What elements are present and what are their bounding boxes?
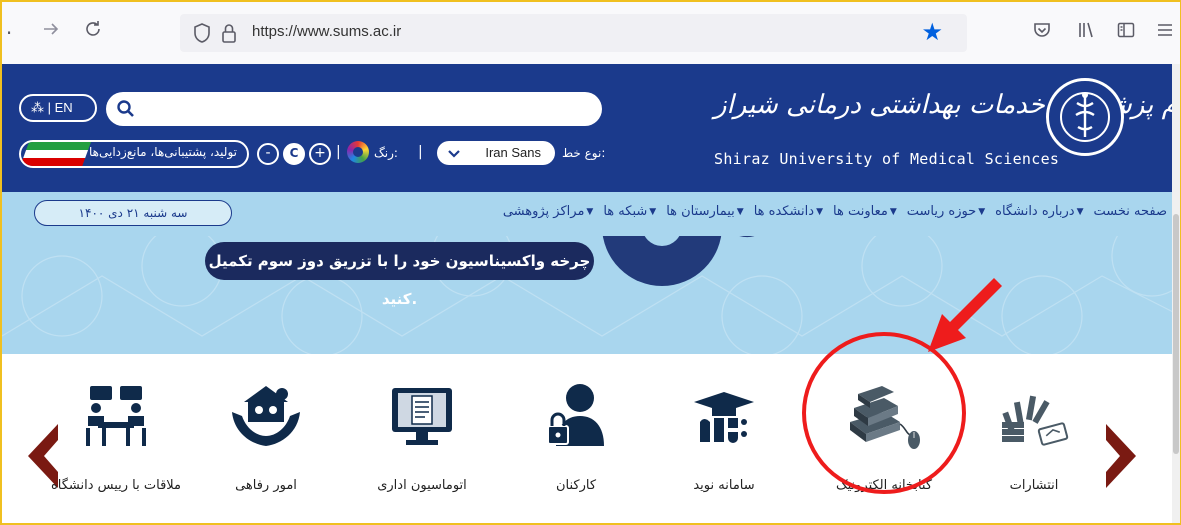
chevron-down-icon	[448, 150, 460, 158]
service-label: کارکنان	[555, 478, 597, 493]
national-production-button[interactable]: تولید، پشتیبانی‌ها، مانع‌زدایی‌ها	[19, 140, 249, 168]
navid-system-icon	[694, 392, 754, 443]
university-name-persian[interactable]: دانشگاه علوم پزشکی و خدمات بهداشتی درمان…	[714, 90, 1180, 120]
chevron-down-icon: ▼	[736, 206, 744, 217]
site-header: ⁂ | EN تولید، پشتیبانی‌ها، مانع‌زدایی‌ها…	[2, 64, 1180, 192]
chevron-down-icon: ▼	[978, 206, 986, 217]
search-input[interactable]	[106, 92, 602, 126]
chevron-down-icon: ▼	[586, 206, 594, 217]
color-wheel-icon[interactable]	[347, 141, 369, 163]
search-icon[interactable]	[116, 99, 136, 123]
separator: |	[418, 144, 423, 160]
shield-icon[interactable]	[192, 22, 212, 48]
language-label: | EN	[47, 100, 73, 115]
nav-item-about[interactable]: درباره دانشگاه ▼	[995, 204, 1083, 219]
sitemap-icon: ⁂	[31, 100, 44, 115]
menu-icon[interactable]	[1156, 20, 1174, 44]
pocket-icon[interactable]	[1032, 20, 1052, 44]
nav-item-label: بیمارستان ها	[666, 204, 735, 219]
zoom-out-button[interactable]: -	[257, 143, 279, 165]
carousel-next-arrow-icon[interactable]	[1100, 420, 1144, 492]
library-icon[interactable]	[1076, 20, 1096, 44]
url-bar[interactable]: https://www.sums.ac.ir ★	[180, 14, 967, 52]
browser-toolbar: · https://www.sums.ac.ir ★	[2, 2, 1180, 64]
vaccination-banner[interactable]: چرخه واکسیناسیون خود را با تزریق دوز سوم…	[2, 236, 1180, 354]
nav-item-label: درباره دانشگاه	[995, 204, 1075, 219]
nav-item-label: شبکه ها	[603, 204, 648, 219]
color-label: رنگ:	[374, 146, 398, 160]
chevron-down-icon: ▼	[1076, 206, 1084, 217]
nav-item-label: مراکز پژوهشی	[502, 204, 585, 219]
forward-icon[interactable]	[36, 18, 66, 48]
service-item-office-automation[interactable]: اتوماسیون اداری	[352, 382, 492, 493]
language-button[interactable]: ⁂ | EN	[19, 94, 97, 122]
chevron-down-icon: ▼	[816, 206, 823, 217]
screenshot-frame: · https://www.sums.ac.ir ★ ⁂ | EN تولید،…	[0, 0, 1181, 525]
office-automation-icon	[392, 388, 452, 445]
sidebar-icon[interactable]	[1116, 20, 1136, 44]
service-item-publications[interactable]: انتشارات	[964, 382, 1104, 493]
service-label: ملاقات با رییس دانشگاه	[50, 478, 182, 493]
date-badge: سه شنبه ۲۱ دی ۱۴۰۰	[34, 200, 232, 226]
reload-icon[interactable]	[78, 18, 108, 48]
nav-item-label: معاونت ها	[833, 204, 888, 219]
zoom-in-button[interactable]: +	[309, 143, 331, 165]
nav-item-faculties[interactable]: دانشکده ها ▼	[754, 204, 823, 219]
nav-item-hospitals[interactable]: بیمارستان ها ▼	[666, 204, 744, 219]
nav-item-label: حوزه ریاست	[906, 204, 977, 219]
back-icon[interactable]: ·	[2, 18, 24, 48]
lock-icon[interactable]	[220, 22, 238, 48]
nav-item-research-centers[interactable]: مراکز پژوهشی ▼	[503, 204, 594, 219]
page-scrollbar[interactable]	[1172, 64, 1180, 523]
nav-menu: صفحه نخست درباره دانشگاه ▼ حوزه ریاست ▼ مع…	[503, 204, 1167, 219]
font-select[interactable]: Iran Sans	[437, 141, 555, 165]
scrollbar-thumb[interactable]	[1173, 214, 1179, 454]
university-name-english[interactable]: Shiraz University of Medical Sciences	[714, 150, 1059, 168]
nav-item-label: صفحه نخست	[1093, 204, 1167, 219]
service-item-welfare[interactable]: امور رفاهی	[196, 382, 336, 493]
meeting-icon	[86, 386, 146, 446]
main-nav: سه شنبه ۲۱ دی ۱۴۰۰ صفحه نخست درباره دانش…	[2, 192, 1180, 236]
chevron-down-icon: ▼	[649, 206, 657, 217]
national-production-label: تولید، پشتیبانی‌ها، مانع‌زدایی‌ها	[89, 145, 237, 159]
service-item-president-meeting[interactable]: ملاقات با رییس دانشگاه	[46, 382, 186, 493]
service-item-staff[interactable]: کارکنان	[506, 382, 646, 493]
service-item-navid-system[interactable]: سامانه نوید	[654, 382, 794, 493]
nav-item-label: دانشکده ها	[753, 204, 815, 219]
services-carousel: ملاقات با رییس دانشگاه امور رفاهی اتوماس…	[2, 354, 1180, 523]
url-text[interactable]: https://www.sums.ac.ir	[252, 23, 401, 40]
nav-item-deputies[interactable]: معاونت ها ▼	[833, 204, 897, 219]
bookmark-star-icon[interactable]: ★	[921, 18, 943, 46]
service-label: امور رفاهی	[235, 478, 297, 493]
red-pointer-arrow-icon	[928, 278, 1002, 352]
chevron-down-icon: ▼	[889, 206, 897, 217]
staff-icon	[547, 384, 604, 446]
nav-item-presidency[interactable]: حوزه ریاست ▼	[907, 204, 985, 219]
service-label: انتشارات	[1009, 478, 1059, 493]
nav-item-home[interactable]: صفحه نخست	[1094, 204, 1167, 219]
iran-flag-icon	[21, 142, 91, 166]
separator: |	[336, 144, 341, 160]
service-label: سامانه نوید	[693, 478, 755, 493]
vaccine-wheel-graphic	[602, 236, 755, 286]
publications-icon	[1002, 395, 1069, 446]
reset-zoom-icon[interactable]: C	[283, 143, 305, 165]
university-seal-logo[interactable]	[1046, 78, 1124, 156]
nav-item-networks[interactable]: شبکه ها ▼	[603, 204, 656, 219]
font-label: نوع خط:	[562, 146, 606, 160]
font-value: Iran Sans	[485, 145, 541, 160]
service-label: اتوماسیون اداری	[377, 478, 467, 493]
banner-message: چرخه واکسیناسیون خود را با تزریق دوز سوم…	[205, 242, 594, 308]
welfare-icon	[232, 386, 300, 446]
